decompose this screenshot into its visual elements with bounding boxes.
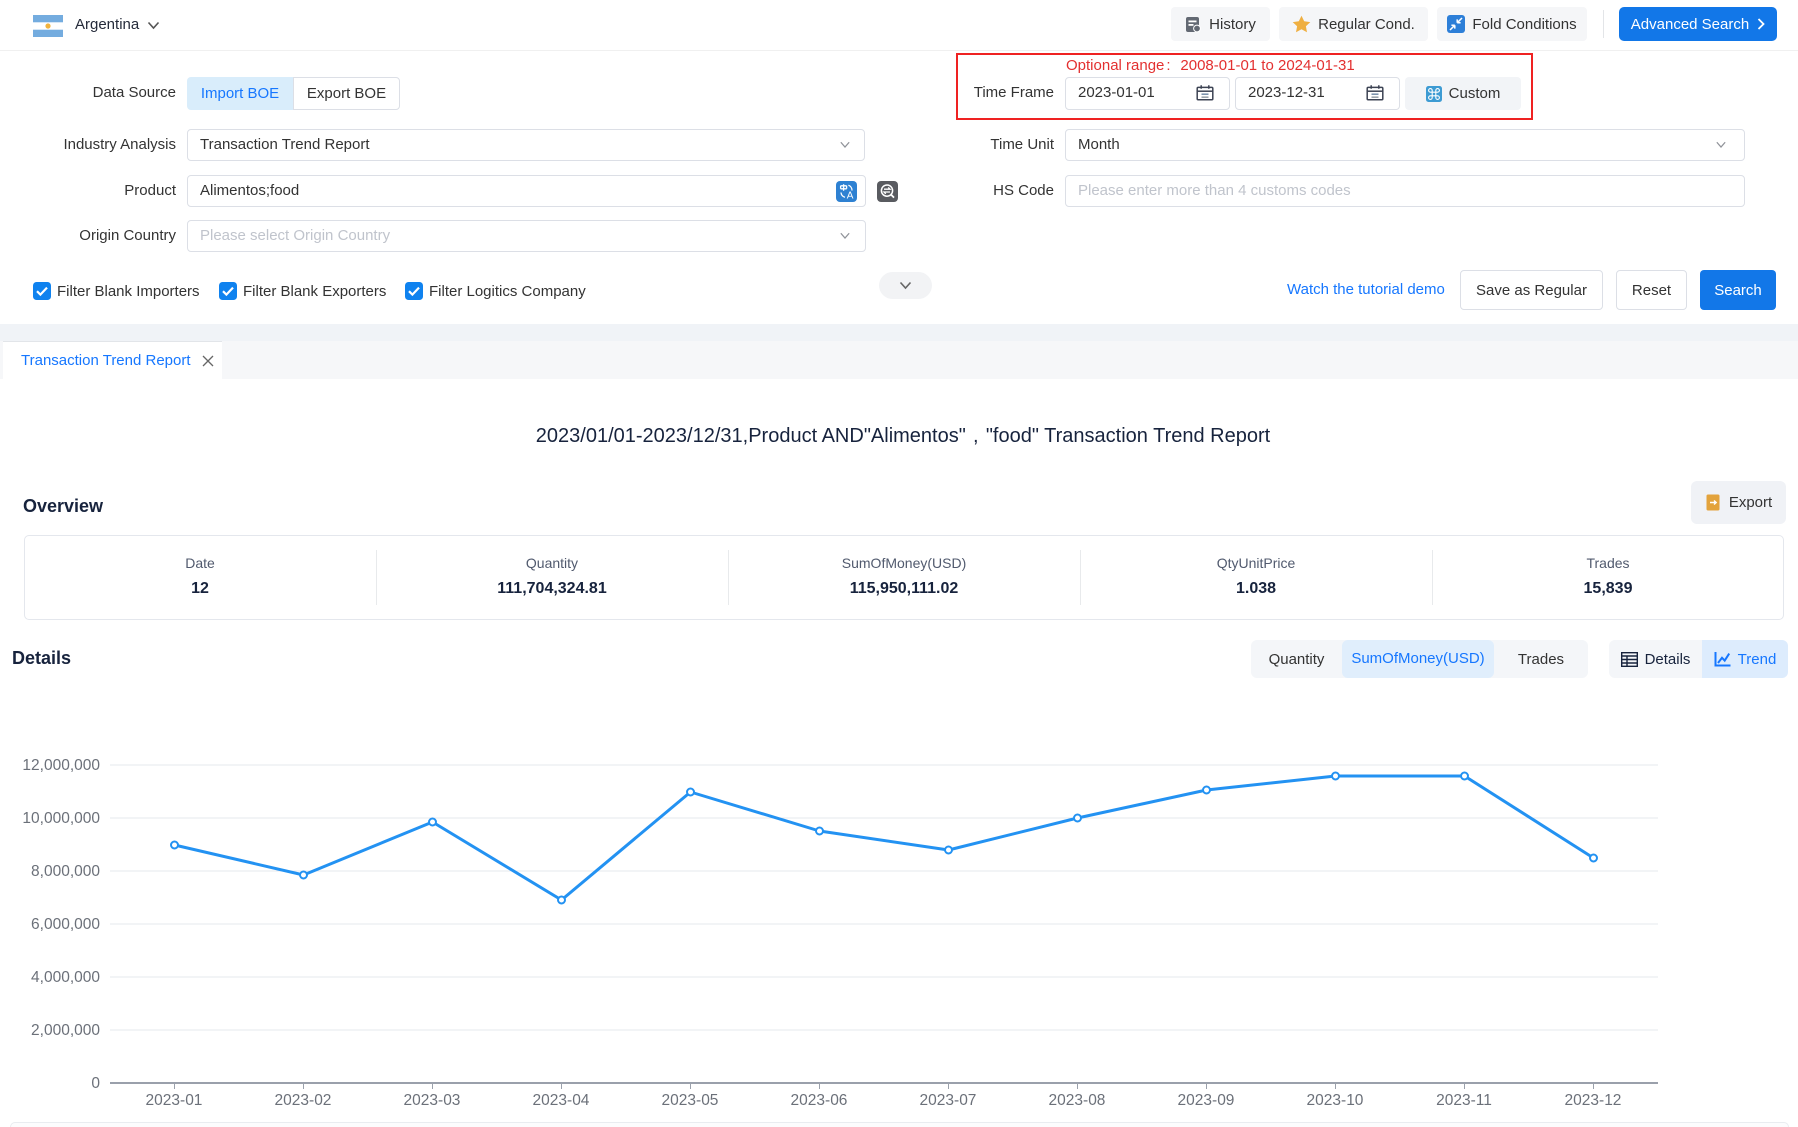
svg-text:2023-04: 2023-04 — [533, 1092, 590, 1109]
svg-text:10,000,000: 10,000,000 — [22, 810, 100, 827]
svg-text:A: A — [847, 191, 854, 202]
svg-text:8,000,000: 8,000,000 — [31, 863, 100, 880]
svg-text:6,000,000: 6,000,000 — [31, 916, 100, 933]
svg-text:2023-01: 2023-01 — [146, 1092, 203, 1109]
svg-text:2023-12: 2023-12 — [1565, 1092, 1622, 1109]
svg-text:0: 0 — [91, 1075, 100, 1092]
svg-text:2023-07: 2023-07 — [920, 1092, 977, 1109]
svg-text:2023-02: 2023-02 — [275, 1092, 332, 1109]
svg-text:2023-09: 2023-09 — [1178, 1092, 1235, 1109]
svg-text:2023-11: 2023-11 — [1436, 1092, 1492, 1109]
svg-text:2023-08: 2023-08 — [1049, 1092, 1106, 1109]
svg-text:2023-10: 2023-10 — [1307, 1092, 1364, 1109]
svg-text:2023-03: 2023-03 — [404, 1092, 461, 1109]
svg-text:2023-05: 2023-05 — [662, 1092, 719, 1109]
svg-text:2,000,000: 2,000,000 — [31, 1022, 100, 1039]
svg-text:12,000,000: 12,000,000 — [22, 757, 100, 774]
svg-text:4,000,000: 4,000,000 — [31, 969, 100, 986]
svg-text:2023-06: 2023-06 — [791, 1092, 848, 1109]
